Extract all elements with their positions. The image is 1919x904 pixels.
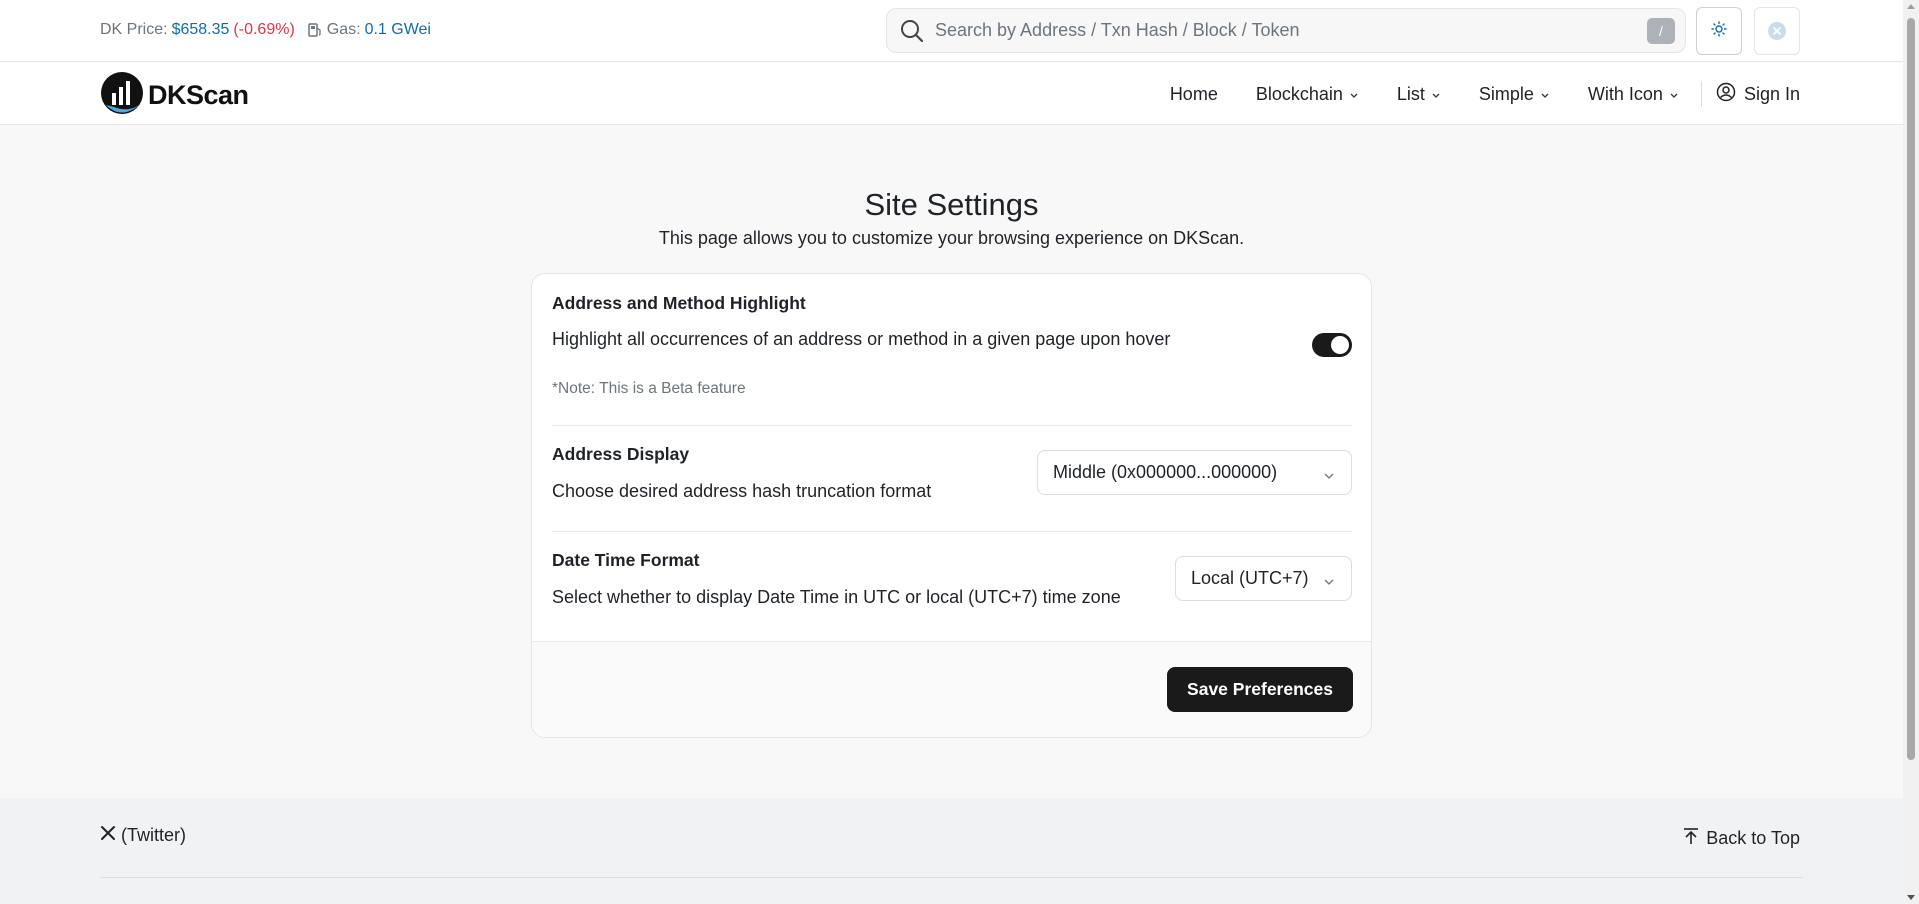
- sign-in-link[interactable]: Sign In: [1716, 82, 1800, 107]
- address-display-description: Choose desired address hash truncation f…: [552, 481, 932, 501]
- sun-icon: [1711, 20, 1727, 42]
- footer-divider: [100, 877, 1803, 878]
- datetime-title: Date Time Format: [552, 550, 700, 570]
- card-footer: Save Preferences: [532, 641, 1371, 737]
- highlight-toggle[interactable]: [1312, 333, 1352, 357]
- settings-card: Address and Method Highlight Highlight a…: [531, 273, 1372, 738]
- nav-item-label: Simple: [1478, 83, 1534, 104]
- user-circle-icon: [1716, 82, 1736, 107]
- chevron-down-icon: [1540, 84, 1550, 105]
- gas-pump-icon: [307, 22, 323, 38]
- scroll-down-arrow-icon[interactable]: [1907, 895, 1915, 900]
- search-bar[interactable]: /: [886, 8, 1686, 53]
- main-navbar: DKScan Home Blockchain List Simple With …: [0, 63, 1903, 125]
- scrollbar-thumb[interactable]: [1907, 18, 1915, 760]
- nav-menu: Home Blockchain List Simple With Icon Si…: [1170, 63, 1800, 125]
- price-ticker: DK Price: $658.35 (-0.69%) Gas: 0.1 GWei: [100, 21, 431, 39]
- nav-item-label: List: [1396, 83, 1425, 104]
- nav-item-blockchain[interactable]: Blockchain: [1256, 84, 1359, 105]
- x-logo-icon: [100, 825, 116, 846]
- chevron-down-icon: [1669, 84, 1679, 105]
- page-scrollbar[interactable]: [1903, 0, 1919, 904]
- network-logo-icon: [1768, 22, 1786, 40]
- nav-item-label: Home: [1169, 83, 1218, 104]
- chevron-down-icon: [1323, 466, 1335, 487]
- back-to-top-label: Back to Top: [1706, 828, 1800, 848]
- search-shortcut-badge: /: [1647, 17, 1675, 44]
- save-preferences-button[interactable]: Save Preferences: [1167, 667, 1353, 712]
- page-title: Site Settings: [864, 187, 1039, 222]
- nav-item-label: Blockchain: [1255, 83, 1343, 104]
- datetime-select[interactable]: Local (UTC+7): [1175, 556, 1352, 601]
- logo-text: DKScan: [148, 80, 249, 110]
- highlight-description: Highlight all occurrences of an address …: [552, 329, 1171, 349]
- nav-item-list[interactable]: List: [1397, 84, 1441, 105]
- beta-note: *Note: This is a Beta feature: [552, 380, 746, 397]
- twitter-link[interactable]: (Twitter): [100, 825, 186, 846]
- price-change: (-0.69%): [233, 21, 295, 38]
- gas-label: Gas:: [326, 21, 361, 38]
- nav-item-home[interactable]: Home: [1170, 84, 1218, 105]
- toggle-knob: [1331, 336, 1349, 354]
- nav-item-with-icon[interactable]: With Icon: [1588, 84, 1679, 105]
- back-to-top-link[interactable]: Back to Top: [1682, 827, 1800, 850]
- datetime-value: Local (UTC+7): [1191, 568, 1309, 588]
- address-display-value: Middle (0x000000...000000): [1053, 462, 1278, 482]
- nav-item-label: With Icon: [1587, 83, 1663, 104]
- price-label: DK Price:: [100, 21, 168, 38]
- chevron-down-icon: [1431, 84, 1441, 105]
- site-logo[interactable]: DKScan: [100, 69, 249, 122]
- nav-divider: [1700, 81, 1702, 107]
- price-value[interactable]: $658.35: [172, 21, 230, 39]
- sign-in-label: Sign In: [1743, 83, 1800, 104]
- highlight-title: Address and Method Highlight: [552, 293, 806, 313]
- chevron-down-icon: [1349, 84, 1359, 105]
- page-footer: (Twitter) Back to Top: [0, 798, 1903, 904]
- arrow-up-bar-icon: [1682, 827, 1700, 850]
- section-divider: [552, 425, 1352, 426]
- chevron-down-icon: [1323, 572, 1335, 593]
- network-button[interactable]: [1754, 7, 1800, 55]
- top-bar: DK Price: $658.35 (-0.69%) Gas: 0.1 GWei…: [0, 0, 1903, 62]
- page-subtitle: This page allows you to customize your b…: [658, 228, 1245, 248]
- section-divider: [552, 531, 1352, 532]
- address-display-title: Address Display: [552, 444, 690, 464]
- search-icon: [899, 18, 925, 44]
- nav-item-simple[interactable]: Simple: [1479, 84, 1550, 105]
- scroll-up-arrow-icon[interactable]: [1907, 4, 1915, 9]
- address-display-select[interactable]: Middle (0x000000...000000): [1037, 450, 1352, 495]
- search-input[interactable]: [935, 20, 1647, 41]
- twitter-label: (Twitter): [121, 825, 186, 845]
- theme-toggle-button[interactable]: [1696, 7, 1742, 55]
- gas-value[interactable]: 0.1 GWei: [365, 21, 431, 39]
- logo-mark-icon: [100, 69, 146, 122]
- datetime-description: Select whether to display Date Time in U…: [552, 587, 1121, 607]
